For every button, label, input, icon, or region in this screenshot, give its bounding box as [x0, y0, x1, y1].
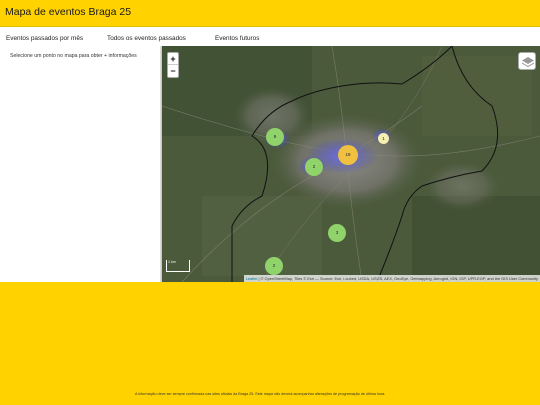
event-cluster[interactable]: 18	[338, 145, 358, 165]
layers-button[interactable]	[518, 52, 536, 70]
zoom-in-button[interactable]: +	[168, 53, 178, 65]
map-attribution: Leaflet | © OpenStreetMap, Tiles © Esri …	[243, 275, 540, 282]
event-map[interactable]: + − 9 2 18 1 3 2 1 km Leaflet | © OpenSt…	[162, 46, 540, 282]
tab-all-past-events[interactable]: Todos os eventos passados	[107, 35, 186, 42]
tab-past-events-by-month[interactable]: Eventos passados por mês	[6, 35, 83, 42]
info-sidebar: Selecione um ponto no mapa para obter + …	[0, 46, 161, 282]
event-cluster[interactable]: 1	[378, 133, 389, 144]
leaflet-link[interactable]: Leaflet	[246, 276, 258, 281]
app-header: Mapa de eventos Braga 25	[0, 0, 540, 26]
sidebar-hint: Selecione um ponto no mapa para obter + …	[10, 53, 137, 59]
page-title: Mapa de eventos Braga 25	[5, 6, 132, 18]
map-scale: 1 km	[166, 260, 190, 272]
zoom-control: + −	[167, 52, 179, 78]
footer-disclaimer: A informação deve ser sempre confirmada …	[135, 392, 386, 396]
event-cluster[interactable]: 9	[266, 128, 284, 146]
attribution-text: | © OpenStreetMap, Tiles © Esri — Source…	[258, 276, 538, 281]
tab-future-events[interactable]: Eventos futuros	[215, 35, 259, 42]
event-cluster[interactable]: 3	[328, 224, 346, 242]
tab-bar: Eventos passados por mês Todos os evento…	[0, 26, 540, 46]
event-cluster[interactable]: 2	[305, 158, 323, 176]
layers-icon	[521, 57, 535, 68]
event-cluster[interactable]: 2	[265, 257, 283, 275]
zoom-out-button[interactable]: −	[168, 65, 178, 77]
